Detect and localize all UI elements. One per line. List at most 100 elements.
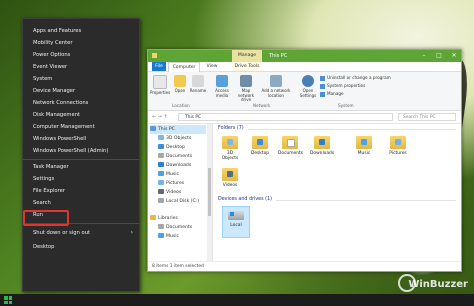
nav-item-label: Documents [166, 225, 193, 230]
menu-item-powershell-admin[interactable]: Windows PowerShell (Admin) [23, 145, 139, 157]
folder-videos[interactable]: Videos [218, 168, 242, 188]
nav-item-this-pc[interactable]: This PC [150, 125, 206, 134]
add-network-location-button[interactable]: Add a network location [260, 75, 292, 98]
menu-item-task-manager[interactable]: Task Manager [23, 161, 139, 173]
folder-icon [356, 136, 372, 149]
folder-label: Desktop [250, 151, 270, 156]
folder-label: 3D Objects [221, 151, 239, 161]
minimize-icon[interactable]: – [417, 50, 431, 62]
drive-icon [158, 198, 164, 203]
menu-item-file-explorer[interactable]: File Explorer [23, 185, 139, 197]
nav-item-local-disk[interactable]: Local Disk (C:) [158, 197, 199, 206]
folder-label: Videos [222, 183, 238, 188]
folder-3d-objects[interactable]: 3D Objects [218, 136, 242, 161]
tab-drive-tools[interactable]: Drive Tools [232, 62, 262, 71]
desktop-icon [158, 144, 164, 149]
manage-label: Manage [327, 91, 344, 96]
menu-item-apps-features[interactable]: Apps and Features [23, 25, 139, 37]
open-button[interactable]: Open [170, 75, 190, 94]
devices-header[interactable]: Devices and drives (1) [218, 197, 272, 202]
file-explorer-window: Manage This PC – □ ✕ File Computer View … [147, 49, 462, 272]
nav-scrollbar[interactable] [207, 124, 212, 262]
scrollbar-thumb[interactable] [208, 168, 211, 216]
folder-icon [222, 168, 238, 181]
ribbon: Properties Open Rename Access media Map … [148, 72, 461, 111]
maximize-icon[interactable]: □ [432, 50, 446, 62]
manage-context-tab[interactable]: Manage [232, 50, 262, 62]
menu-item-computer-management[interactable]: Computer Management [23, 121, 139, 133]
menu-item-disk-management[interactable]: Disk Management [23, 109, 139, 121]
nav-item-music[interactable]: Music [158, 170, 179, 179]
nav-item-3d-objects[interactable]: 3D Objects [158, 134, 191, 143]
drive-local-disk[interactable]: Local [222, 206, 250, 238]
folder-downloads[interactable]: Downloads [310, 136, 334, 156]
window-title: This PC [269, 53, 288, 59]
tab-view[interactable]: View [202, 62, 222, 71]
manage-link[interactable]: Manage [320, 90, 344, 97]
nav-item-label: Downloads [166, 163, 192, 168]
folders-header[interactable]: Folders (7) [218, 126, 244, 131]
search-input[interactable]: Search This PC [398, 113, 456, 121]
programs-icon [320, 75, 325, 81]
nav-item-label: 3D Objects [166, 136, 192, 141]
nav-item-desktop[interactable]: Desktop [158, 143, 185, 152]
access-media-button[interactable]: Access media [212, 75, 232, 98]
open-settings-label: Open Settings [299, 88, 317, 98]
nav-item-documents[interactable]: Documents [158, 152, 192, 161]
folder-label: Documents [278, 151, 304, 156]
menu-item-desktop[interactable]: Desktop [23, 241, 139, 253]
close-icon[interactable]: ✕ [447, 50, 461, 62]
gear-icon [302, 75, 314, 87]
nav-item-videos[interactable]: Videos [158, 188, 181, 197]
open-settings-button[interactable]: Open Settings [298, 75, 318, 98]
group-divider [248, 129, 456, 130]
menu-item-search[interactable]: Search [23, 197, 139, 209]
menu-item-mobility-center[interactable]: Mobility Center [23, 37, 139, 49]
map-network-drive-button[interactable]: Map network drive [234, 75, 258, 103]
menu-item-power-options[interactable]: Power Options [23, 49, 139, 61]
folder-icon [390, 136, 406, 149]
nav-item-libraries[interactable]: Libraries [150, 214, 178, 223]
group-location-label: Location [172, 103, 190, 108]
folder-icon [252, 136, 268, 149]
menu-item-shutdown[interactable]: Shut down or sign out › [23, 227, 139, 239]
uninstall-program-link[interactable]: Uninstall or change a program [320, 74, 391, 81]
tab-file[interactable]: File [152, 62, 166, 71]
quick-access-icon[interactable] [152, 53, 157, 58]
nav-item-label: Desktop [166, 145, 185, 150]
map-network-drive-label: Map network drive [237, 88, 255, 103]
menu-separator [23, 159, 139, 160]
menu-item-system[interactable]: System [23, 73, 139, 85]
system-properties-link[interactable]: System properties [320, 82, 365, 89]
folder-music[interactable]: Music [352, 136, 376, 156]
menu-item-settings[interactable]: Settings [23, 173, 139, 185]
folder-label: Downloads [310, 151, 335, 156]
system-properties-label: System properties [327, 83, 366, 88]
windows-start-icon[interactable] [4, 296, 12, 304]
nav-arrows-icon[interactable]: ← → ↑ [152, 111, 168, 123]
file-explorer-highlight [23, 210, 69, 226]
network-drive-icon [240, 75, 252, 87]
winx-menu: Apps and Features Mobility Center Power … [22, 18, 140, 292]
rename-button[interactable]: Rename [188, 75, 208, 94]
download-icon [158, 162, 164, 167]
tab-computer[interactable]: Computer [168, 62, 200, 72]
menu-item-network-connections[interactable]: Network Connections [23, 97, 139, 109]
properties-button[interactable]: Properties [150, 75, 170, 96]
folder-pictures[interactable]: Pictures [386, 136, 410, 156]
nav-item-lib-documents[interactable]: Documents [158, 223, 192, 232]
menu-item-device-manager[interactable]: Device Manager [23, 85, 139, 97]
taskbar [0, 294, 474, 306]
network-location-icon [270, 75, 282, 87]
folder-documents[interactable]: Documents [278, 136, 304, 156]
nav-item-downloads[interactable]: Downloads [158, 161, 191, 170]
videos-icon [158, 189, 164, 194]
menu-item-event-viewer[interactable]: Event Viewer [23, 61, 139, 73]
address-bar[interactable]: This PC [178, 113, 393, 121]
nav-item-pictures[interactable]: Pictures [158, 179, 184, 188]
add-network-location-label: Add a network location [261, 88, 291, 98]
status-bar: 8 items 1 item selected [148, 261, 461, 271]
folder-desktop[interactable]: Desktop [248, 136, 272, 156]
nav-item-lib-music[interactable]: Music [158, 232, 179, 241]
menu-item-powershell[interactable]: Windows PowerShell [23, 133, 139, 145]
